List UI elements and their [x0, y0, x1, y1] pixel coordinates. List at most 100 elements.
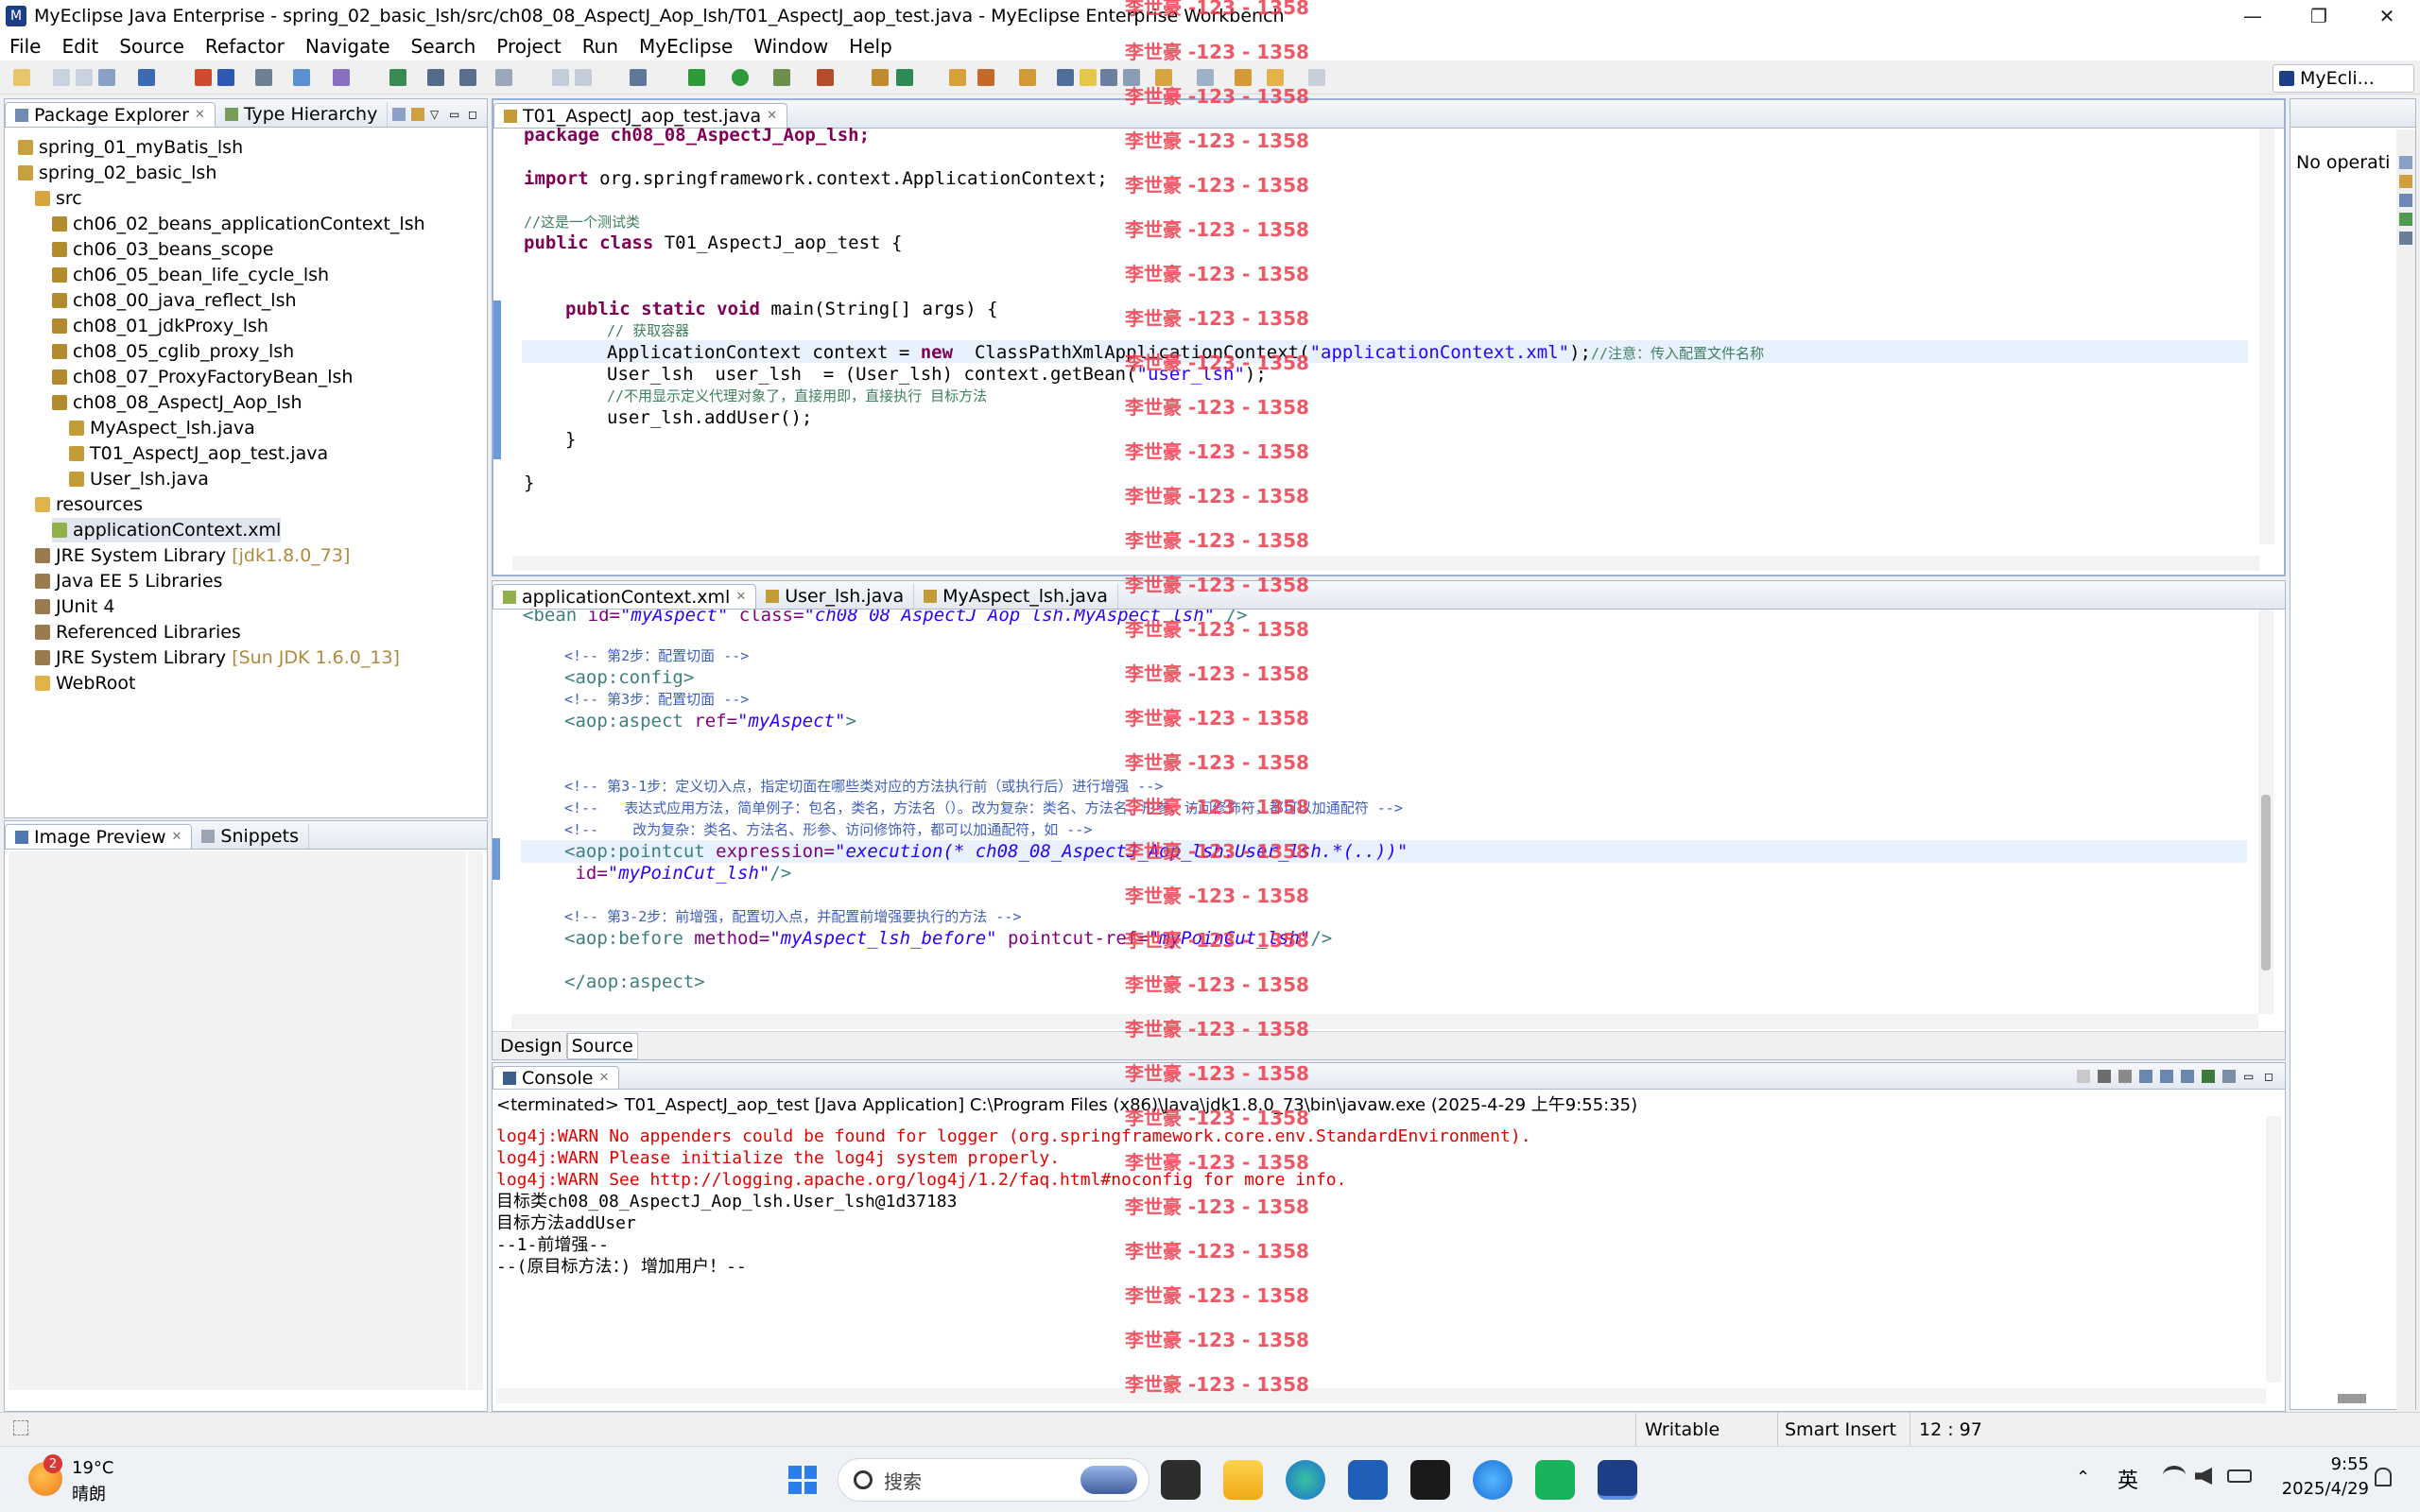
menu-project[interactable]: Project: [496, 35, 561, 58]
menu-myeclipse[interactable]: MyEclipse: [639, 35, 733, 58]
tab-applicationcontext-xml[interactable]: applicationContext.xml ✕: [493, 584, 757, 609]
xml-comment[interactable]: <!-- 第3-2步：前增强，配置切入点，并配置前增强要执行的方法 -->: [564, 906, 1021, 928]
tree-item[interactable]: ch06_05_bean_life_cycle_lsh: [52, 263, 329, 287]
tree-item[interactable]: ch08_00_java_reflect_lsh: [52, 288, 297, 313]
problems-icon[interactable]: [2399, 232, 2412, 245]
wifi-icon[interactable]: [2163, 1466, 2186, 1485]
clear-console-icon[interactable]: [2139, 1070, 2152, 1083]
db-icon[interactable]: [333, 69, 350, 86]
menu-run[interactable]: Run: [582, 35, 618, 58]
xml-line[interactable]: <aop:aspect ref="myAspect">: [564, 711, 856, 732]
tree-item[interactable]: JRE System Library [Sun JDK 1.6.0_13]: [35, 645, 400, 670]
remove-launch-icon[interactable]: [2098, 1070, 2111, 1083]
coverage-icon[interactable]: [773, 69, 790, 86]
forward-icon[interactable]: [1308, 69, 1325, 86]
code-comment[interactable]: // 获取容器: [607, 320, 689, 342]
pencil-icon[interactable]: [977, 69, 994, 86]
menu-refactor[interactable]: Refactor: [205, 35, 285, 58]
print-icon[interactable]: [98, 69, 115, 86]
close-icon[interactable]: ✕: [767, 109, 777, 123]
server-icon[interactable]: [293, 69, 310, 86]
open-resource-icon[interactable]: [217, 69, 234, 86]
maximize-button[interactable]: ❐: [2286, 0, 2352, 32]
tab-design[interactable]: Design: [496, 1033, 567, 1058]
tab-source[interactable]: Source: [566, 1032, 638, 1059]
tree-item[interactable]: applicationContext.xml: [52, 518, 282, 542]
fast-view-icon[interactable]: [13, 1420, 28, 1435]
xml-comment[interactable]: <!-- 第2步：配置切面 -->: [564, 645, 749, 667]
chevron-up-icon[interactable]: ⌃: [2076, 1468, 2090, 1487]
tree-item[interactable]: JRE System Library [jdk1.8.0_73]: [35, 543, 350, 568]
highlight-icon[interactable]: [1080, 69, 1097, 86]
annotation-icon[interactable]: [575, 69, 592, 86]
tree-item[interactable]: ch06_03_beans_scope: [52, 237, 273, 262]
xml-comment[interactable]: <!-- 第3-1步：定义切入点，指定切面在哪些类对应的方法执行前（或执行后）进…: [564, 776, 1163, 798]
xml-line[interactable]: </aop:aspect>: [564, 971, 705, 993]
tree-item[interactable]: ch08_01_jdkProxy_lsh: [52, 314, 268, 338]
remove-all-icon[interactable]: [2118, 1070, 2132, 1083]
minimize-view-icon[interactable]: ▭: [449, 108, 462, 121]
tab-image-preview[interactable]: Image Preview ✕: [5, 824, 193, 849]
menu-search[interactable]: Search: [411, 35, 476, 58]
weather-temp[interactable]: 19°C: [72, 1458, 113, 1478]
tree-item[interactable]: WebRoot: [35, 671, 135, 696]
display-selected-console-icon[interactable]: [2202, 1070, 2215, 1083]
tab-type-hierarchy[interactable]: Type Hierarchy: [216, 102, 389, 127]
code-line[interactable]: }: [524, 472, 534, 494]
myeclipse-taskbar-icon[interactable]: [1598, 1460, 1637, 1500]
store-icon[interactable]: [1348, 1460, 1388, 1500]
terminal-icon[interactable]: [1161, 1460, 1201, 1500]
code-comment[interactable]: //不用显示定义代理对象了，直接用即，直接执行 目标方法: [607, 386, 987, 407]
properties-icon[interactable]: [2399, 194, 2412, 207]
pin-icon[interactable]: [1057, 69, 1074, 86]
xml-comment[interactable]: <!-- 改为复杂：类名、方法名、形参、访问修饰符，都可以加通配符，如 -->: [564, 819, 1092, 841]
tree-item[interactable]: JUnit 4: [35, 594, 114, 619]
minimize-view-icon[interactable]: ▭: [2243, 1070, 2256, 1083]
close-icon[interactable]: ✕: [195, 108, 205, 122]
tree-item[interactable]: spring_01_myBatis_lsh: [18, 135, 243, 160]
horizontal-scrollbar[interactable]: [2338, 1394, 2366, 1403]
task-icon[interactable]: [1019, 69, 1036, 86]
open-console-icon[interactable]: [2222, 1070, 2236, 1083]
tab-myaspect-lsh-java[interactable]: MyAspect_lsh.java: [914, 584, 1118, 609]
tree-item[interactable]: ch08_05_cglib_proxy_lsh: [52, 339, 294, 364]
run-icon[interactable]: [732, 69, 749, 86]
tree-item[interactable]: ch06_02_beans_applicationContext_lsh: [52, 212, 425, 236]
new-wizard-icon[interactable]: [13, 69, 30, 86]
clock-time[interactable]: 9:55: [2286, 1454, 2369, 1474]
maximize-view-icon[interactable]: ◻: [468, 108, 481, 121]
battery-icon[interactable]: [2227, 1469, 2252, 1483]
pin-console-icon[interactable]: [2181, 1070, 2194, 1083]
tree-item[interactable]: src: [35, 186, 82, 211]
xml-line[interactable]: <aop:config>: [564, 667, 694, 689]
close-icon[interactable]: ✕: [735, 590, 746, 604]
start-icon[interactable]: [783, 1460, 822, 1500]
close-window-button[interactable]: ✕: [2354, 0, 2420, 32]
maximize-view-icon[interactable]: ◻: [2264, 1070, 2277, 1083]
save-all-icon[interactable]: [76, 69, 93, 86]
tree-item[interactable]: User_lsh.java: [69, 467, 209, 491]
volume-icon[interactable]: [2195, 1468, 2212, 1485]
menu-window[interactable]: Window: [753, 35, 828, 58]
code-line[interactable]: user_lsh.addUser();: [607, 407, 812, 429]
deploy-icon[interactable]: [255, 69, 272, 86]
code-line[interactable]: import org.springframework.context.Appli…: [524, 168, 1108, 190]
notification-bell-icon[interactable]: [2375, 1468, 2392, 1486]
save-icon[interactable]: [53, 69, 70, 86]
tree-item[interactable]: MyAspect_lsh.java: [69, 416, 255, 440]
xml-line[interactable]: id="myPoinCut_lsh"/>: [564, 863, 791, 885]
window-icon[interactable]: [630, 69, 647, 86]
menu-help[interactable]: Help: [849, 35, 892, 58]
minimize-button[interactable]: —: [2220, 0, 2286, 32]
code-line[interactable]: }: [565, 429, 576, 451]
weather-desc[interactable]: 晴朗: [72, 1481, 106, 1505]
tree-item[interactable]: resources: [35, 492, 143, 517]
new-package-icon[interactable]: [872, 69, 889, 86]
new-class-icon[interactable]: [896, 69, 913, 86]
tree-item[interactable]: ch08_07_ProxyFactoryBean_lsh: [52, 365, 353, 389]
back-history-icon[interactable]: [495, 69, 512, 86]
capcut-icon[interactable]: [1410, 1460, 1450, 1500]
monitor-icon[interactable]: [459, 69, 476, 86]
clock-date[interactable]: 2025/4/29: [2276, 1479, 2369, 1499]
vertical-scrollbar[interactable]: [468, 851, 483, 1390]
